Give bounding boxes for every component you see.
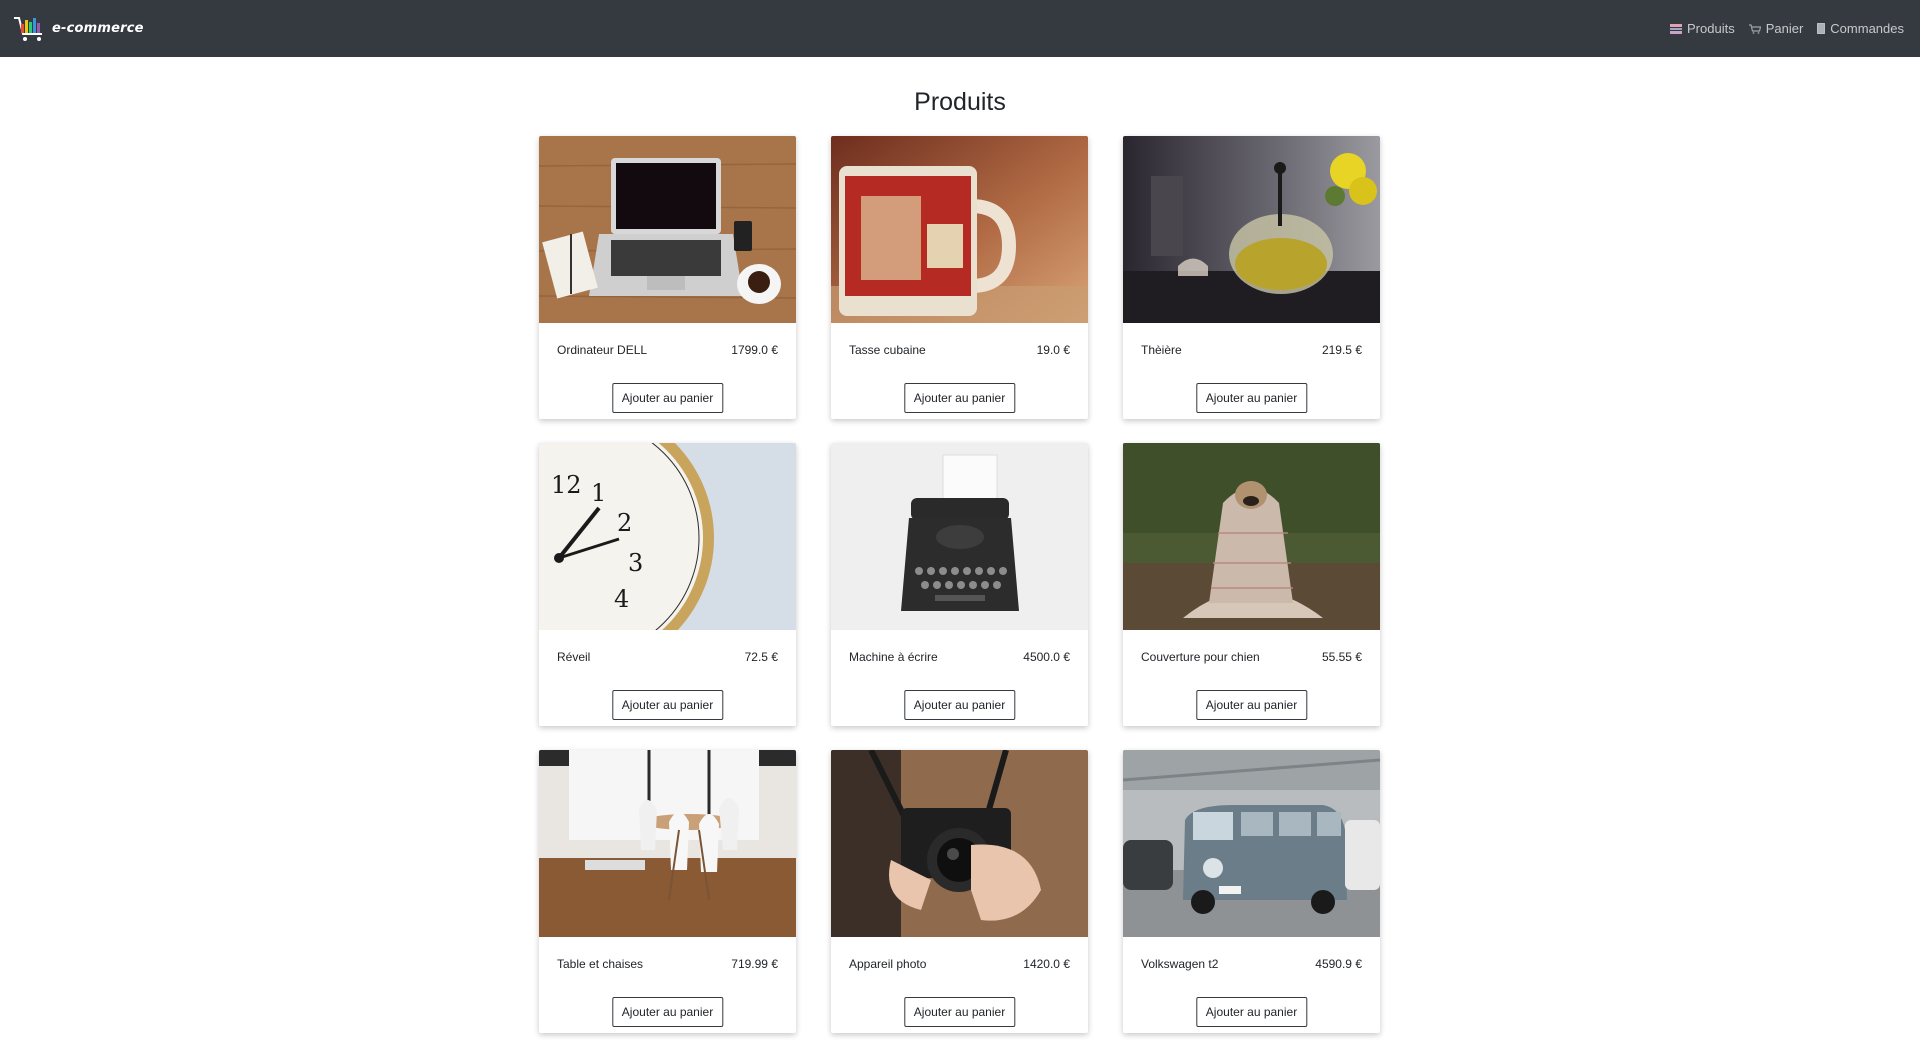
nav-link-produits[interactable]: Produits [1670, 21, 1735, 36]
product-price: 72.5 € [744, 650, 778, 664]
product-card-body: Table et chaises 719.99 € Ajouter au pan… [539, 937, 796, 1033]
teapot-image [1123, 136, 1380, 323]
product-price: 55.55 € [1321, 650, 1362, 664]
product-image-typewriter [831, 443, 1088, 630]
product-card: Machine à écrire 4500.0 € Ajouter au pan… [831, 443, 1088, 726]
nav-links: Produits Panier Commandes [1670, 21, 1904, 36]
product-price: 719.99 € [731, 957, 778, 971]
product-card: Appareil photo 1420.0 € Ajouter au panie… [831, 750, 1088, 1033]
cart-icon [1748, 23, 1761, 34]
svg-text:12: 12 [551, 471, 582, 499]
add-to-cart-button[interactable]: Ajouter au panier [903, 383, 1016, 413]
product-card-body: Ordinateur DELL 1799.0 € Ajouter au pani… [539, 323, 796, 419]
product-price: 219.5 € [1321, 343, 1362, 357]
product-card-body: Machine à écrire 4500.0 € Ajouter au pan… [831, 630, 1088, 726]
laptop-image [539, 136, 796, 323]
nav-link-commandes[interactable]: Commandes [1817, 21, 1904, 36]
add-to-cart-button[interactable]: Ajouter au panier [1195, 997, 1308, 1027]
product-grid: Ordinateur DELL 1799.0 € Ajouter au pani… [539, 136, 1381, 1033]
product-card-body: Volkswagen t2 4590.9 € Ajouter au panier [1123, 937, 1380, 1033]
product-price: 19.0 € [1036, 343, 1070, 357]
product-price: 1420.0 € [1023, 957, 1070, 971]
add-to-cart-button[interactable]: Ajouter au panier [903, 690, 1016, 720]
product-name: Appareil photo [849, 957, 927, 971]
product-price: 1799.0 € [731, 343, 778, 357]
clock-image: 12 1 2 3 4 [539, 443, 796, 630]
product-card-body: Couverture pour chien 55.55 € Ajouter au… [1123, 630, 1380, 726]
product-card-body: Réveil 72.5 € Ajouter au panier [539, 630, 796, 726]
product-image-table [539, 750, 796, 937]
product-name: Table et chaises [557, 957, 644, 971]
navbar: e-commerce Produits Panier Commandes [0, 0, 1920, 57]
product-card: Couverture pour chien 55.55 € Ajouter au… [1123, 443, 1380, 726]
add-to-cart-button[interactable]: Ajouter au panier [1195, 690, 1308, 720]
product-card: Volkswagen t2 4590.9 € Ajouter au panier [1123, 750, 1380, 1033]
product-image-dog [1123, 443, 1380, 630]
svg-text:3: 3 [628, 549, 643, 577]
dog-image [1123, 443, 1380, 630]
product-price: 4590.9 € [1315, 957, 1362, 971]
add-to-cart-button[interactable]: Ajouter au panier [611, 997, 724, 1027]
product-image-mug [831, 136, 1088, 323]
orders-icon [1817, 23, 1826, 34]
product-card: Table et chaises 719.99 € Ajouter au pan… [539, 750, 796, 1033]
product-card: Ordinateur DELL 1799.0 € Ajouter au pani… [539, 136, 796, 419]
product-name: Couverture pour chien [1141, 650, 1260, 664]
typewriter-image [831, 443, 1088, 630]
product-name: Réveil [557, 650, 591, 664]
product-name: Ordinateur DELL [557, 343, 648, 357]
product-card: Tasse cubaine 19.0 € Ajouter au panier [831, 136, 1088, 419]
product-card-body: Thèière 219.5 € Ajouter au panier [1123, 323, 1380, 419]
svg-text:2: 2 [617, 509, 632, 537]
mug-image [831, 136, 1088, 323]
cart-logo-icon [14, 16, 42, 41]
van-image [1123, 750, 1380, 937]
products-icon [1670, 23, 1683, 34]
product-image-laptop [539, 136, 796, 323]
svg-text:1: 1 [591, 479, 606, 507]
product-price: 4500.0 € [1023, 650, 1070, 664]
product-name: Thèière [1141, 343, 1182, 357]
product-card: 12 1 2 3 4 Réveil 72.5 € Ajouter au pani… [539, 443, 796, 726]
nav-link-panier[interactable]: Panier [1748, 21, 1804, 36]
nav-link-label: Produits [1687, 21, 1735, 36]
product-image-teapot [1123, 136, 1380, 323]
add-to-cart-button[interactable]: Ajouter au panier [903, 997, 1016, 1027]
product-image-van [1123, 750, 1380, 937]
page-title: Produits [914, 88, 1006, 116]
add-to-cart-button[interactable]: Ajouter au panier [611, 383, 724, 413]
product-name: Tasse cubaine [849, 343, 926, 357]
product-card: Thèière 219.5 € Ajouter au panier [1123, 136, 1380, 419]
nav-link-label: Panier [1765, 21, 1804, 36]
table-image [539, 750, 796, 937]
product-image-camera [831, 750, 1088, 937]
nav-link-label: Commandes [1830, 21, 1904, 36]
brand-logo[interactable]: e-commerce [12, 14, 144, 44]
svg-text:4: 4 [614, 585, 629, 613]
brand-name: e-commerce [52, 21, 144, 36]
product-name: Volkswagen t2 [1141, 957, 1219, 971]
product-card-body: Tasse cubaine 19.0 € Ajouter au panier [831, 323, 1088, 419]
product-image-clock: 12 1 2 3 4 [539, 443, 796, 630]
add-to-cart-button[interactable]: Ajouter au panier [611, 690, 724, 720]
camera-image [831, 750, 1088, 937]
add-to-cart-button[interactable]: Ajouter au panier [1195, 383, 1308, 413]
product-name: Machine à écrire [849, 650, 938, 664]
product-card-body: Appareil photo 1420.0 € Ajouter au panie… [831, 937, 1088, 1033]
